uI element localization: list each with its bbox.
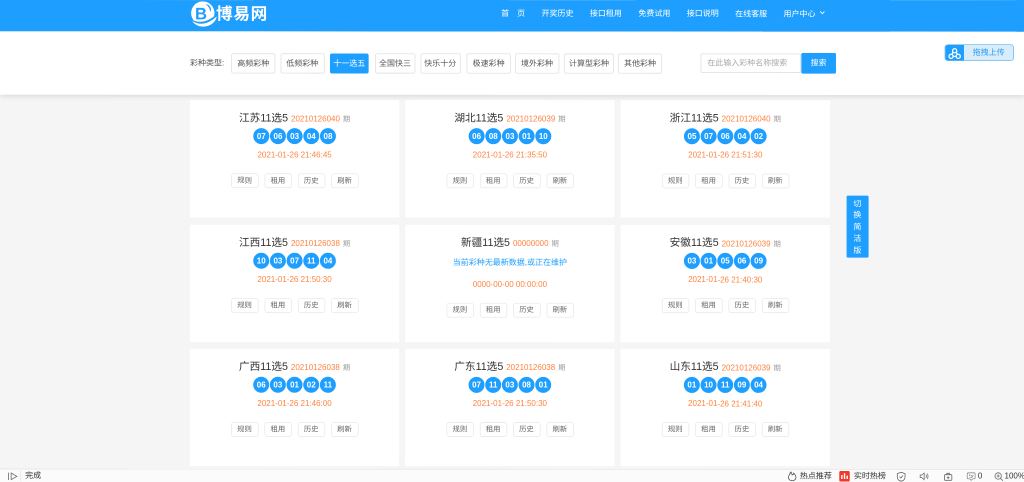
svg-text:B: B bbox=[195, 4, 207, 23]
